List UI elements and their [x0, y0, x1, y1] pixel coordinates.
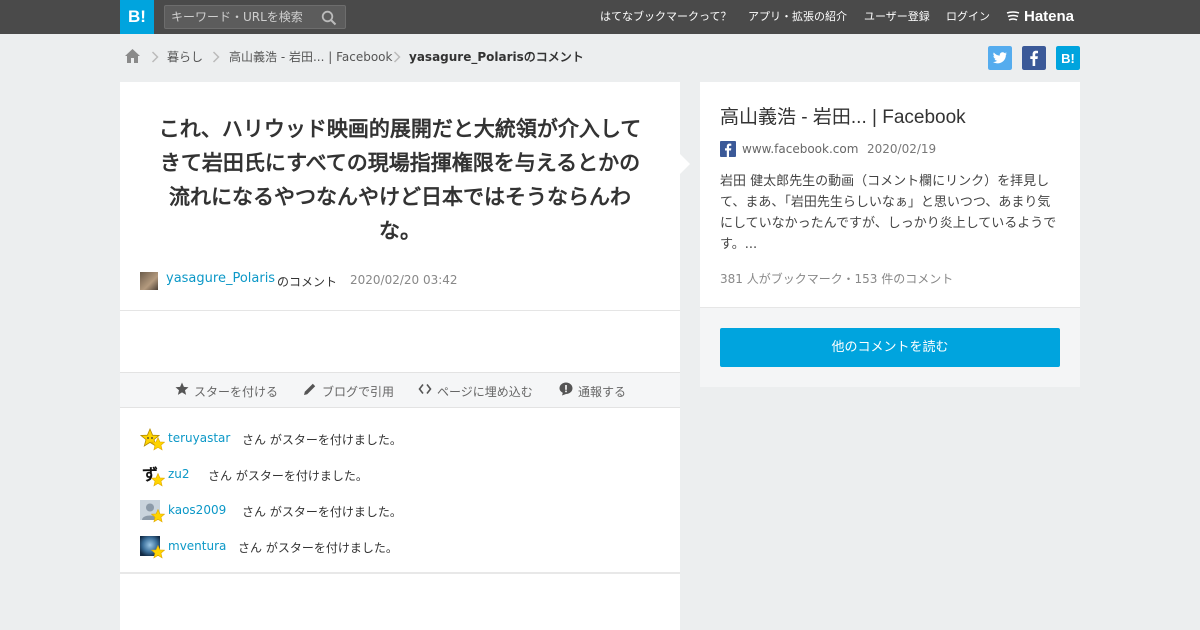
alert-icon: [559, 382, 573, 396]
nav-signup-link[interactable]: ユーザー登録: [864, 0, 930, 34]
card-pointer: [680, 154, 690, 174]
twitter-share-icon[interactable]: [988, 46, 1012, 70]
read-other-comments-button[interactable]: 他のコメントを読む: [720, 328, 1060, 367]
hatena-bookmark-logo[interactable]: B!: [120, 0, 154, 34]
svg-text:B!: B!: [1061, 51, 1075, 66]
blog-quote-label: ブログで引用: [322, 385, 395, 399]
star-list-item: kaos2009 さん がスターを付けました。: [140, 500, 660, 524]
home-icon[interactable]: [124, 48, 141, 64]
star-message: さん がスターを付けました。: [208, 469, 368, 483]
entry-description: 岩田 健太郎先生の動画（コメント欄にリンク）を拝見して、まあ、「岩田先生らしいな…: [720, 174, 1057, 252]
nav-apps-link[interactable]: アプリ・拡張の紹介: [748, 0, 847, 34]
code-icon: [418, 384, 432, 394]
star-list-item: mventura さん がスターを付けました。: [140, 536, 660, 560]
comment-body: これ、ハリウッド映画的展開だと大統領が介入してきて岩田氏にすべての現場指揮権限を…: [158, 117, 642, 243]
breadcrumb-category-link[interactable]: 暮らし: [167, 49, 203, 65]
global-header: B! はてなブックマークって？ アプリ・拡張の紹介 ユーザー登録 ログイン Ha…: [0, 0, 1200, 34]
report-label: 通報する: [578, 385, 627, 399]
entry-domain-link[interactable]: www.facebook.com: [742, 142, 858, 156]
entry-card: 高山義浩 - 岩田... | Facebook www.facebook.com…: [700, 82, 1080, 387]
commenter-avatar[interactable]: [140, 272, 158, 290]
star-username-link[interactable]: mventura: [168, 539, 226, 553]
chevron-right-icon: [212, 51, 220, 63]
star-icon: [151, 545, 165, 559]
divider: [120, 310, 680, 311]
search-box: [164, 5, 346, 29]
entry-title-link[interactable]: 高山義浩 - 岩田... | Facebook: [720, 102, 966, 129]
comment-label: のコメント: [277, 275, 338, 289]
add-star-label: スターを付ける: [194, 385, 279, 399]
hatena-bookmark-share-icon[interactable]: B!: [1056, 46, 1080, 70]
search-input[interactable]: [171, 9, 321, 25]
commenter-username-link[interactable]: yasagure_Polaris: [166, 271, 275, 286]
nav-login-link[interactable]: ログイン: [946, 0, 990, 34]
star-message: さん がスターを付けました。: [242, 505, 402, 519]
breadcrumb-current: yasagure_Polarisのコメント: [409, 50, 584, 64]
hatena-brand-text: Hatena: [1024, 8, 1075, 25]
star-username-link[interactable]: kaos2009: [168, 503, 226, 517]
comment-timestamp[interactable]: 2020/02/20 03:42: [350, 273, 458, 287]
comment-actions-bar: スターを付ける ブログで引用 ページに埋め込む 通報する: [120, 372, 680, 408]
chevron-right-icon: [151, 51, 159, 63]
facebook-favicon-icon: [720, 141, 736, 157]
embed-label: ページに埋め込む: [437, 385, 533, 399]
star-username-link[interactable]: zu2: [168, 467, 190, 481]
star-username-link[interactable]: teruyastar: [168, 431, 230, 445]
star-icon: [151, 509, 165, 523]
nav-about-link[interactable]: はてなブックマークって？: [600, 0, 731, 34]
star-message: さん がスターを付けました。: [238, 541, 398, 555]
breadcrumb-entry-link[interactable]: 高山義浩 - 岩田... | Facebook: [229, 49, 392, 65]
entry-card-footer: 他のコメントを読む: [700, 307, 1080, 387]
star-list-item: teruyastar さん がスターを付けました。: [140, 428, 660, 452]
star-message: さん がスターを付けました。: [242, 433, 402, 447]
star-icon: [175, 382, 189, 395]
hatena-logo-icon: [1006, 11, 1020, 21]
star-icon: [151, 473, 165, 487]
search-icon[interactable]: [321, 10, 337, 26]
divider: [120, 572, 680, 574]
pencil-icon: [304, 383, 316, 395]
entry-date: 2020/02/19: [867, 142, 937, 156]
comment-card: これ、ハリウッド映画的展開だと大統領が介入してきて岩田氏にすべての現場指揮権限を…: [120, 82, 680, 630]
star-icon: [151, 437, 165, 451]
star-list-item: ず zu2 さん がスターを付けました。: [140, 464, 660, 488]
facebook-share-icon[interactable]: [1022, 46, 1046, 70]
chevron-right-icon: [393, 51, 401, 63]
bookmark-count[interactable]: 381 人がブックマーク・153 件のコメント: [720, 270, 953, 287]
